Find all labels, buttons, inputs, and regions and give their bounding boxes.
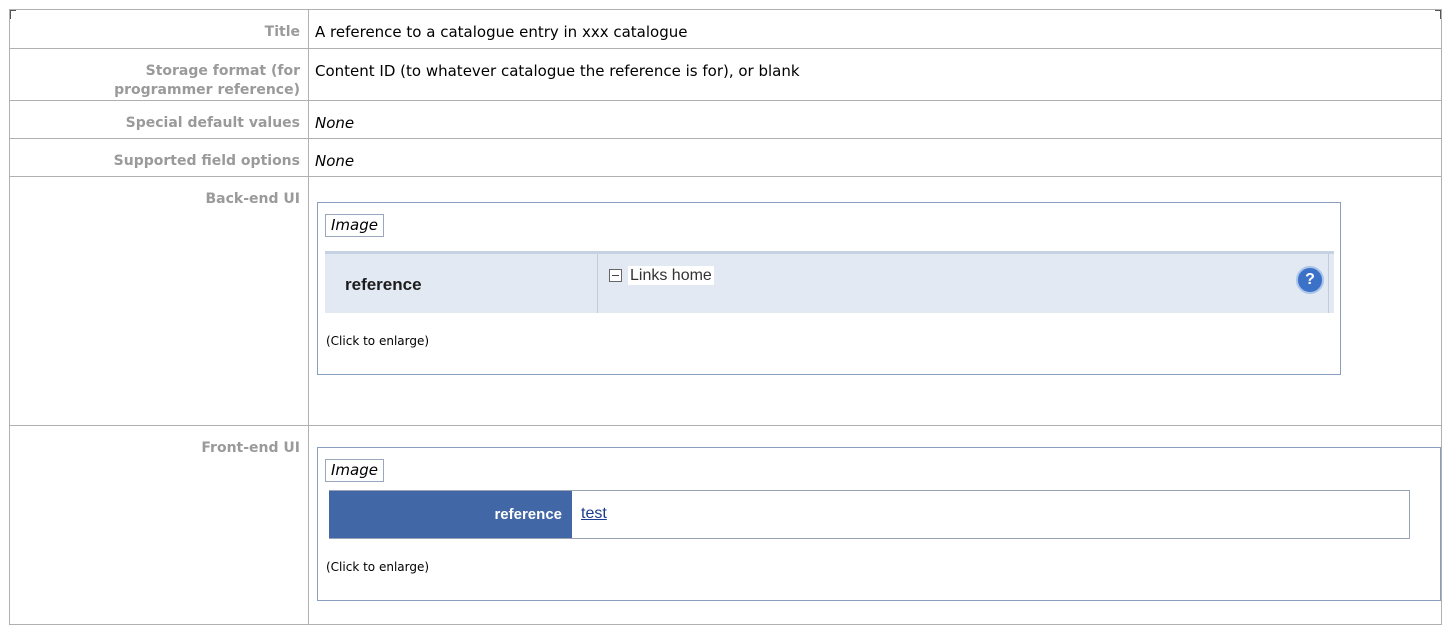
storage-format-value: Content ID (to whatever catalogue the re… [308,48,1442,101]
backend-screenshot-edge [1328,254,1334,313]
field-spec-table: Title A reference to a catalogue entry i… [9,9,1442,625]
row-backend-ui: Back-end UI Image reference Links home ?… [9,176,1442,426]
frontend-image-tag: Image [325,459,384,482]
frontend-field-label: reference [494,506,562,523]
frontend-field-label-cell: reference [329,491,572,538]
backend-field-value-text: Links home [628,266,714,285]
row-storage-format: Storage format (for programmer reference)… [9,48,1442,101]
backend-screenshot[interactable]: reference Links home ? [325,251,1334,313]
collapse-checkbox-icon [609,269,622,282]
backend-enlarge-caption[interactable]: (Click to enlarge) [326,333,429,349]
backend-ui-cell: Image reference Links home ? (Click to e… [308,176,1442,426]
frontend-ui-label: Front-end UI [9,425,309,625]
row-special-defaults: Special default values None [9,100,1442,139]
field-options-label: Supported field options [9,138,309,177]
help-icon: ? [1296,266,1324,294]
storage-format-label: Storage format (for programmer reference) [9,48,309,101]
storage-format-label-line1: Storage format (for [145,63,300,79]
row-title: Title A reference to a catalogue entry i… [9,9,1442,49]
title-value: A reference to a catalogue entry in xxx … [308,9,1442,49]
backend-field-value: Links home [609,266,714,285]
backend-field-label: reference [345,275,422,294]
frontend-enlarge-caption[interactable]: (Click to enlarge) [326,559,429,575]
backend-image-tag: Image [325,214,384,237]
special-defaults-value: None [308,100,1442,139]
field-options-value: None [308,138,1442,177]
frontend-image-box[interactable]: Image reference test (Click to enlarge) [317,447,1441,601]
storage-format-label-line2: programmer reference) [114,82,300,98]
frontend-screenshot[interactable]: reference test [329,490,1410,539]
row-frontend-ui: Front-end UI Image reference test (Click… [9,425,1442,625]
title-label: Title [9,9,309,49]
backend-ui-label: Back-end UI [9,176,309,426]
row-field-options: Supported field options None [9,138,1442,177]
frontend-field-link[interactable]: test [581,504,607,523]
backend-field-label-cell: reference [325,254,598,313]
frontend-ui-cell: Image reference test (Click to enlarge) [308,425,1442,625]
backend-image-box[interactable]: Image reference Links home ? (Click to e… [317,202,1341,375]
special-defaults-label: Special default values [9,100,309,139]
